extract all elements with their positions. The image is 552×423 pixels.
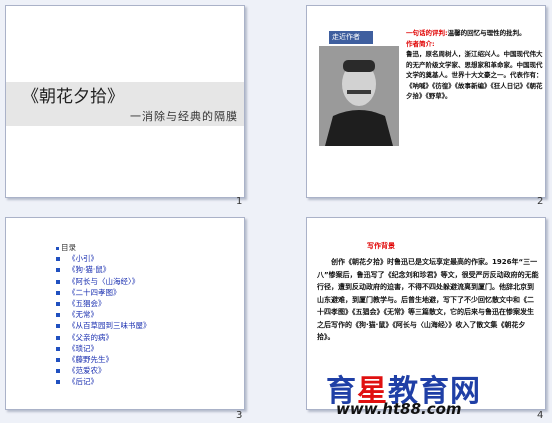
background-body: 创作《朝花夕拾》时鲁迅已是文坛享定最高的作家。1926年“三一八”惨案后，鲁迅写… [317, 258, 539, 341]
toc-item: 《小引》 [56, 253, 151, 264]
toc-item: 《藤野先生》 [56, 354, 151, 365]
intro-text: 温馨的回忆与理性的批判。 [447, 29, 526, 37]
section-tab-label: 走近作者 [332, 33, 360, 41]
slide-number-3: 3 [236, 410, 243, 421]
slide-number-2: 2 [537, 196, 544, 207]
slide-subtitle: 一消除与经典的隔膜 [130, 110, 238, 123]
portrait-image [319, 46, 399, 146]
toc-item: 《后记》 [56, 376, 151, 387]
bio-text: 鲁迅，原名周树人，浙江绍兴人。中国现代伟大的无产阶级文学家、思想家和革命家。中国… [406, 50, 543, 100]
author-portrait [319, 46, 399, 146]
toc-item: 《二十四孝图》 [56, 287, 151, 298]
toc-item: 《阿长与〈山海经〉》 [56, 276, 151, 287]
watermark-url: www.ht88.com [336, 400, 462, 418]
slide-thumbnail-1[interactable]: 《朝花夕拾》 一消除与经典的隔膜 [5, 5, 245, 198]
toc-item: 《从百草园到三味书屋》 [56, 320, 151, 331]
toc-item: 《琐记》 [56, 343, 151, 354]
toc-item: 《无常》 [56, 309, 151, 320]
toc-item: 《范爱农》 [56, 365, 151, 376]
slide-thumbnail-3[interactable]: 目录 《小引》 《狗·猫·鼠》 《阿长与〈山海经〉》 《二十四孝图》 《五猖会》… [5, 217, 245, 410]
toc-item: 《狗·猫·鼠》 [56, 264, 151, 275]
toc-item: 《五猖会》 [56, 298, 151, 309]
slide-title: 《朝花夕拾》 [22, 87, 124, 107]
intro-label: 一句话的评判: [406, 29, 448, 37]
author-intro: 一句话的评判:温馨的回忆与理性的批判。 作者简介: 鲁迅，原名周树人，浙江绍兴人… [406, 28, 545, 102]
slide-number-1: 1 [236, 196, 243, 207]
toc-item: 《父亲的病》 [56, 332, 151, 343]
bio-label: 作者简介: [406, 39, 435, 48]
background-heading: 写作背景 [367, 242, 395, 250]
slide-thumbnail-2[interactable]: 走近作者 一句话的评判:温馨的回忆与理性的批判。 作者简介: 鲁迅，原名周树人，… [306, 5, 546, 198]
table-of-contents: 目录 《小引》 《狗·猫·鼠》 《阿长与〈山海经〉》 《二十四孝图》 《五猖会》… [56, 242, 151, 388]
toc-heading: 目录 [56, 242, 151, 253]
slide-number-4: 4 [537, 410, 544, 421]
